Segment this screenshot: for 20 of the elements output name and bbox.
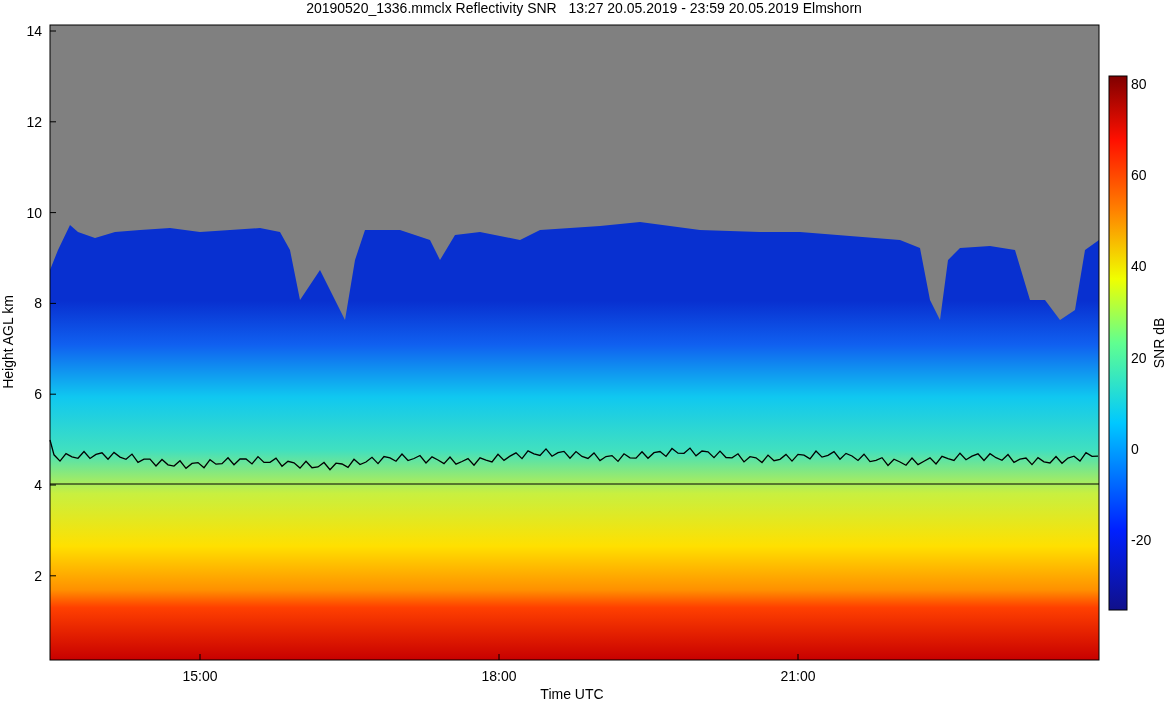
colorbar-tick-label: 40: [1131, 258, 1147, 275]
colorbar-tick-label: 80: [1131, 76, 1147, 92]
x-tick-label: 15:00: [182, 668, 218, 684]
y-tick-label: 8: [34, 295, 42, 312]
y-tick-label: 6: [34, 386, 42, 403]
y-tick-label: 2: [34, 567, 42, 584]
colorbar-tick-label: 0: [1131, 440, 1139, 457]
colorbar-title: SNR dB: [1151, 317, 1167, 369]
y-tick-label: 12: [26, 113, 42, 130]
x-axis-title: Time UTC: [540, 686, 604, 702]
colorbar-tick-label: 20: [1131, 349, 1147, 366]
x-tick-label: 18:00: [481, 668, 517, 684]
y-tick-label: 4: [34, 477, 42, 493]
y-axis-title: Height AGL km: [0, 295, 16, 389]
chart-title: 20190520_1336.mmclx Reflectivity SNR 13:27 20.05.2019 - 23:59 20.05.2019 Elmshorn: [306, 0, 862, 16]
y-tick-label: 14: [26, 23, 42, 39]
x-tick-label: 21:00: [780, 668, 816, 684]
colorbar-tick-label: 60: [1131, 167, 1147, 184]
colorbar-tick-label: -20: [1131, 532, 1152, 548]
y-tick-label: 10: [26, 204, 42, 221]
